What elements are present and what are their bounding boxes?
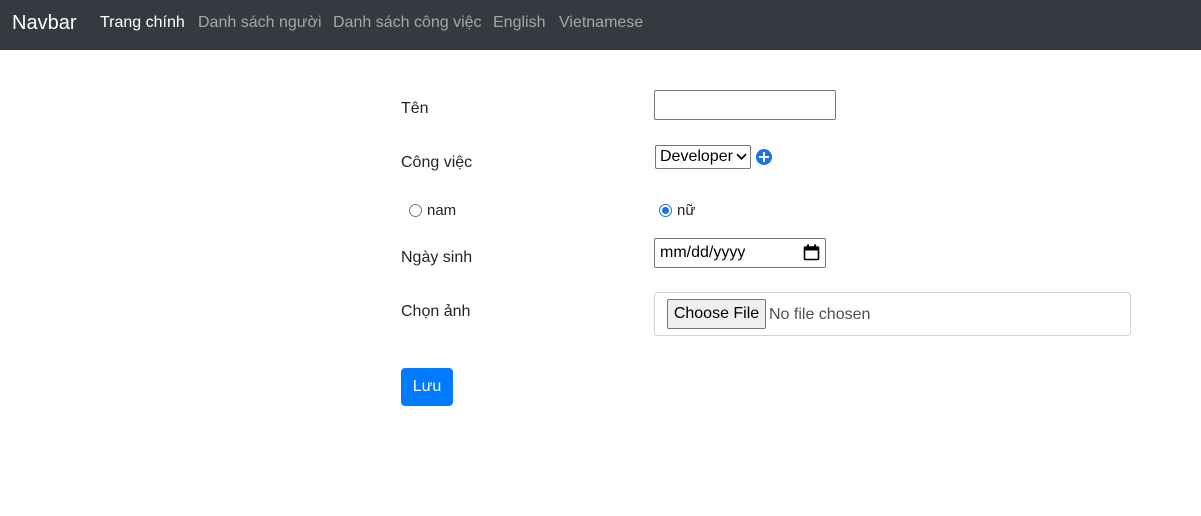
nav-link-job-list[interactable]: Danh sách công việc: [333, 13, 482, 33]
gender-label-male: nam: [427, 202, 457, 219]
name-label: Tên: [401, 100, 429, 117]
birthday-input[interactable]: mm/dd/yyyy: [654, 238, 826, 268]
nav-link-people-list[interactable]: Danh sách người: [198, 13, 322, 33]
gender-radio-male[interactable]: [409, 204, 422, 217]
job-select[interactable]: Developer: [655, 145, 751, 169]
birthday-placeholder: mm/dd/yyyy: [660, 244, 746, 261]
photo-label: Chọn ảnh: [401, 303, 471, 320]
gender-label-female: nữ: [677, 202, 696, 219]
add-job-icon[interactable]: [756, 149, 772, 165]
gender-radio-female[interactable]: [659, 204, 672, 217]
nav-link-home[interactable]: Trang chính: [100, 13, 185, 33]
navbar: Navbar Trang chính Danh sách người Danh …: [0, 0, 1201, 50]
nav-link-vietnamese[interactable]: Vietnamese: [559, 13, 643, 33]
save-button[interactable]: Lưu: [401, 368, 453, 406]
file-status: No file chosen: [769, 306, 871, 323]
choose-file-button[interactable]: Choose File: [667, 299, 766, 329]
nav-link-english[interactable]: English: [493, 13, 545, 33]
chevron-down-icon: [736, 153, 747, 160]
photo-file-input[interactable]: Choose File No file chosen: [654, 292, 1131, 336]
birthday-label: Ngày sinh: [401, 249, 473, 266]
job-label: Công việc: [401, 154, 473, 171]
navbar-brand[interactable]: Navbar: [12, 11, 76, 35]
calendar-icon[interactable]: [803, 244, 820, 261]
name-input[interactable]: [654, 90, 836, 120]
job-select-value: Developer: [660, 148, 733, 165]
